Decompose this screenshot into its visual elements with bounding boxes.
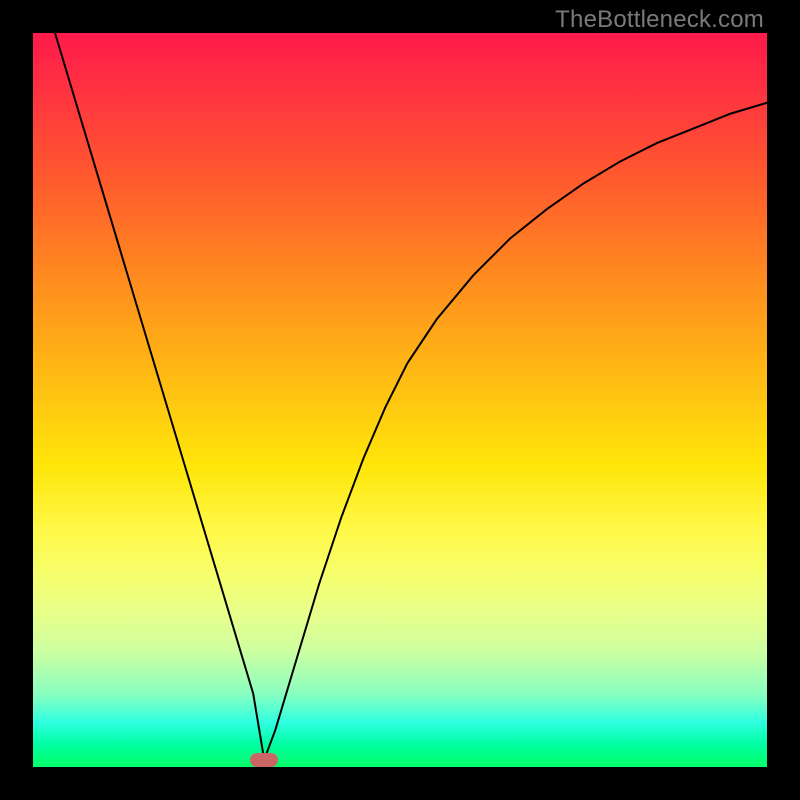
optimum-marker <box>250 753 278 767</box>
bottleneck-curve <box>33 0 767 760</box>
curve-svg <box>33 33 767 767</box>
chart-frame: TheBottleneck.com <box>0 0 800 800</box>
plot-area <box>33 33 767 767</box>
watermark-text: TheBottleneck.com <box>555 6 764 34</box>
